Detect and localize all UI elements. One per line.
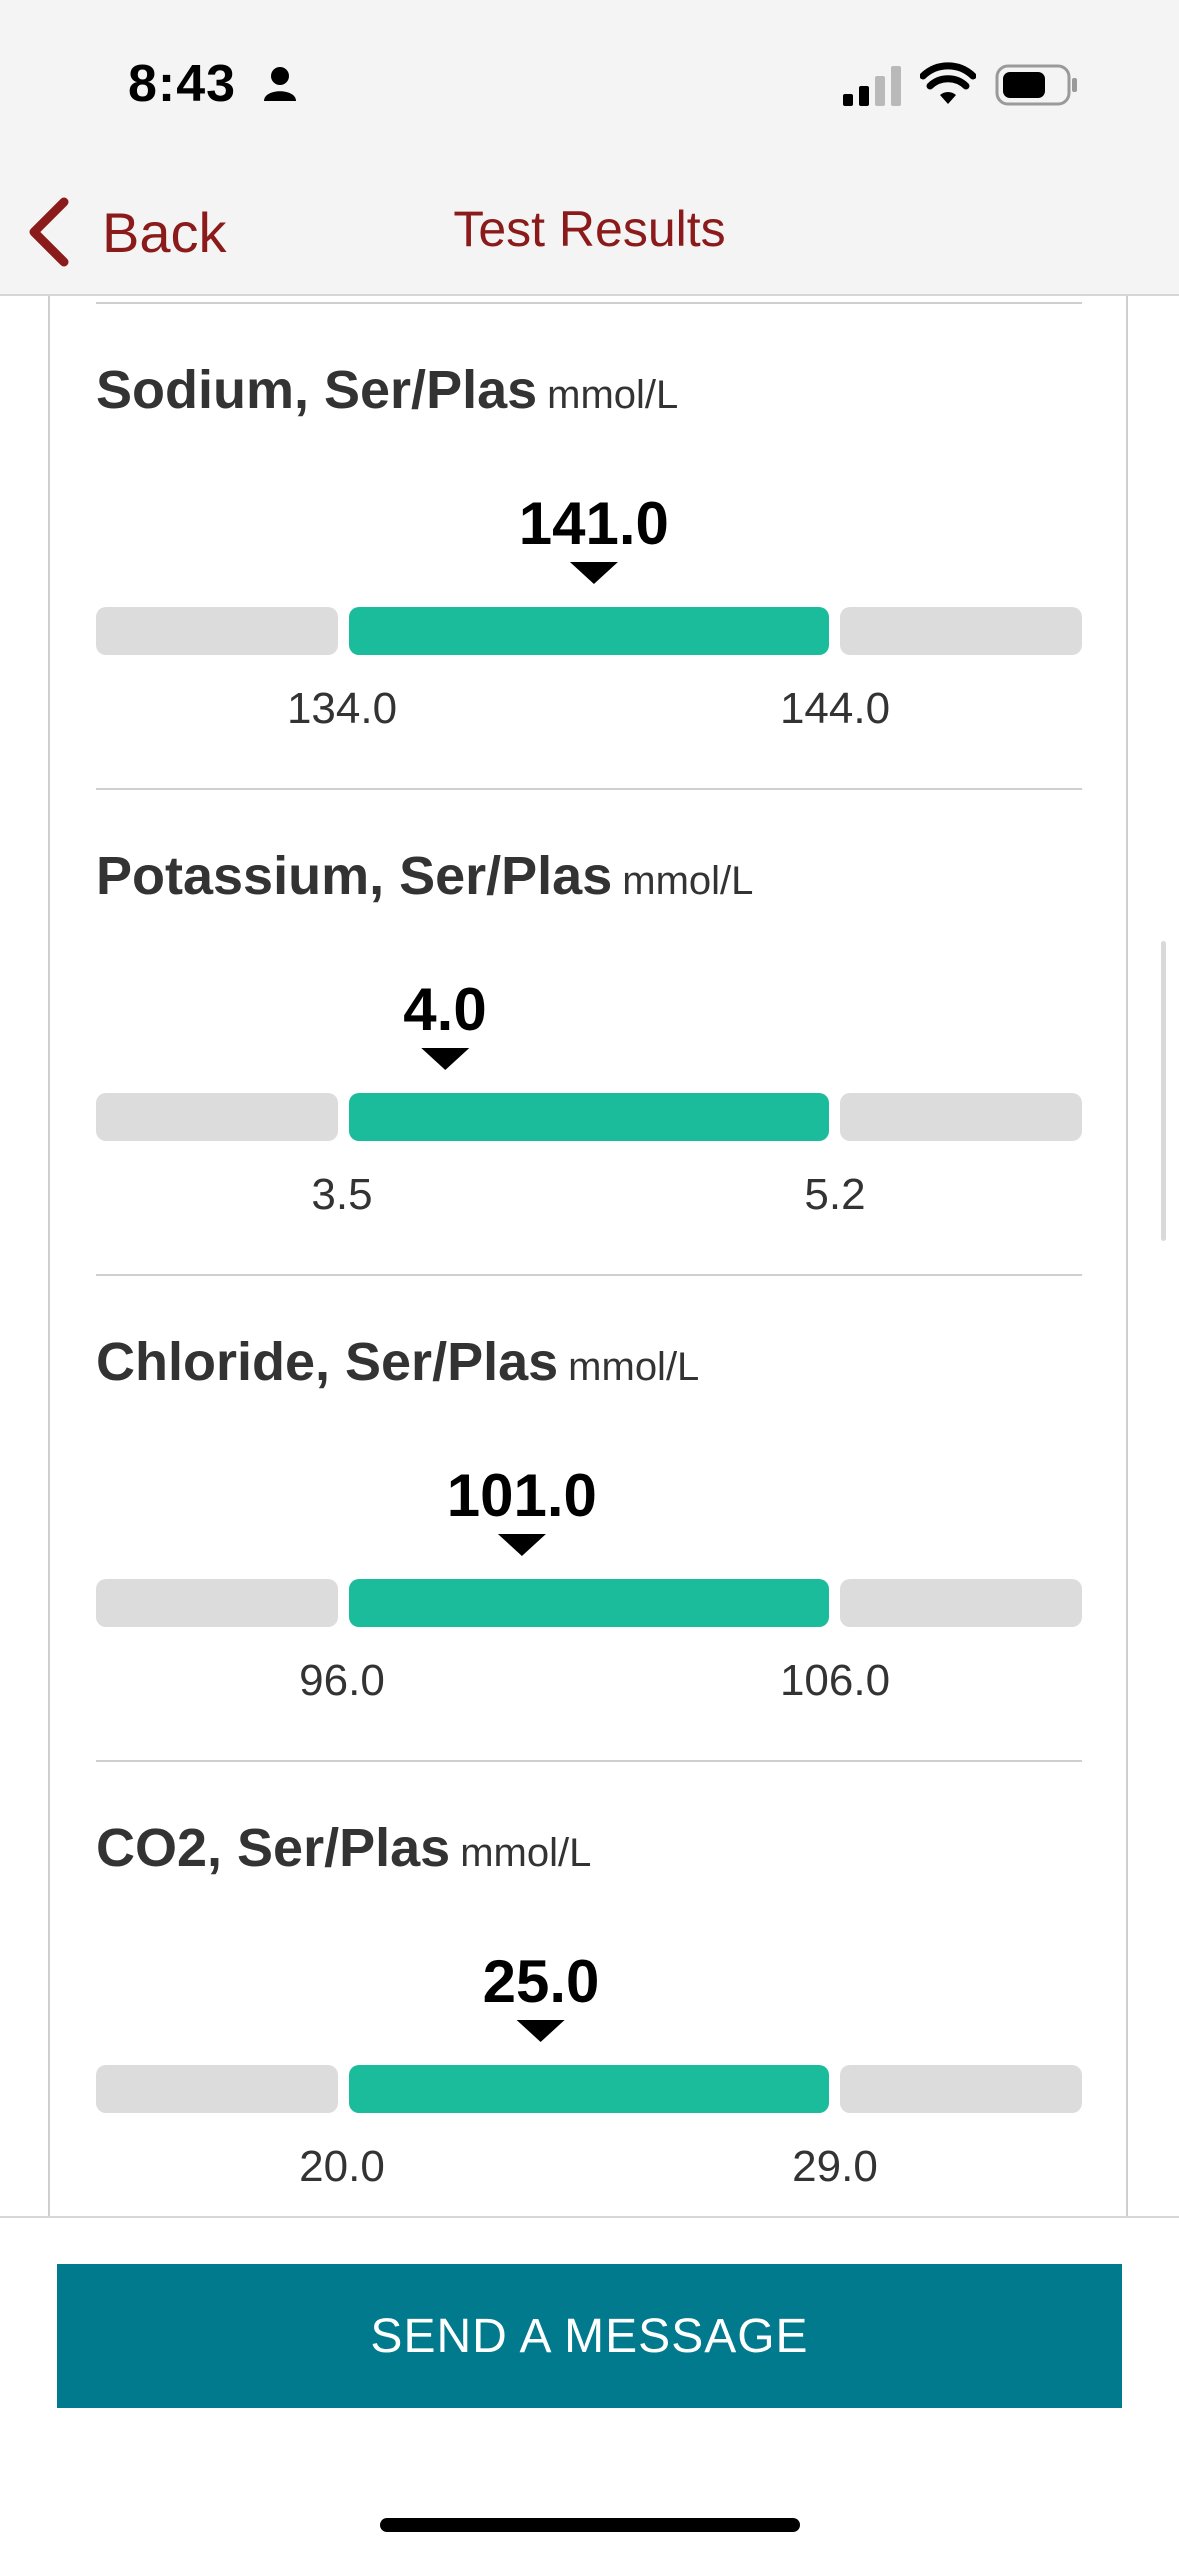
range-bar-low [96,2065,338,2113]
result-unit: mmol/L [460,1831,592,1875]
range-low-label: 134.0 [286,684,398,733]
range-low-label: 3.5 [311,1170,373,1219]
person-icon [264,67,296,101]
status-bar: 8:43 [0,0,1179,170]
pointer-triangle-icon [569,562,618,584]
wifi-icon [920,62,976,104]
page-title: Test Results [453,201,726,257]
result-value: 4.0 [403,976,487,1043]
footer: SEND A MESSAGE [0,2216,1179,2558]
result-value-marker: 141.0 [519,489,669,584]
range-bar-low [96,1579,338,1627]
result-name: Sodium, Ser/Plas [96,360,538,420]
result-potassium: Potassium, Ser/Plas mmol/L 4.0 3.5 5.2 [96,790,1082,1276]
home-indicator[interactable] [380,2518,800,2532]
pointer-triangle-icon [497,1534,546,1556]
range-low-label: 96.0 [299,1656,385,1705]
result-value: 101.0 [446,1462,597,1529]
range-bar-normal [349,1093,829,1141]
result-name: Chloride, Ser/Plas [96,1332,559,1392]
range-bar-normal [349,1579,829,1627]
range-high-label: 5.2 [804,1170,866,1219]
result-value: 25.0 [482,1948,600,2015]
result-unit: mmol/L [622,859,754,903]
range-bar-low [96,607,338,655]
range-high-label: 144.0 [779,684,891,733]
result-unit: mmol/L [547,373,679,417]
result-value-marker: 4.0 [403,975,487,1070]
pointer-triangle-icon [420,1048,469,1070]
range-bar-high [840,1579,1082,1627]
result-value-marker: 101.0 [447,1461,597,1556]
result-title: Sodium, Ser/Plas mmol/L [96,359,678,421]
range-low-label: 20.0 [299,2142,385,2191]
status-time: 8:43 [128,55,237,113]
cellular-signal-icon [843,66,901,106]
result-value: 141.0 [518,490,669,557]
range-bar-low [96,1093,338,1141]
range-high-label: 106.0 [779,1656,891,1705]
range-bar-normal [349,607,829,655]
battery-icon [995,64,1077,106]
pointer-triangle-icon [517,2020,565,2042]
scrollbar[interactable] [1161,941,1166,1241]
results-list[interactable]: Sodium, Ser/Plas mmol/L 141.0 134.0 144.0… [0,296,1179,2216]
result-sodium: Sodium, Ser/Plas mmol/L 141.0 134.0 144.0 [96,304,1082,790]
result-name: Potassium, Ser/Plas [96,846,613,906]
result-title: Chloride, Ser/Plas mmol/L [96,1331,699,1393]
range-bar-high [840,1093,1082,1141]
range-bar-high [840,607,1082,655]
navigation-bar: Back Test Results [0,170,1179,296]
result-title: CO2, Ser/Plas mmol/L [96,1817,591,1879]
result-co2: CO2, Ser/Plas mmol/L 25.0 20.0 29.0 [96,1762,1082,2216]
range-bar-high [840,2065,1082,2113]
result-unit: mmol/L [568,1345,700,1389]
send-message-button[interactable]: SEND A MESSAGE [57,2264,1122,2408]
range-bar-normal [349,2065,829,2113]
result-name: CO2, Ser/Plas [96,1818,451,1878]
result-value-marker: 25.0 [482,1947,600,2042]
range-high-label: 29.0 [792,2142,878,2191]
result-title: Potassium, Ser/Plas mmol/L [96,845,753,907]
result-chloride: Chloride, Ser/Plas mmol/L 101.0 96.0 106.… [96,1276,1082,1762]
